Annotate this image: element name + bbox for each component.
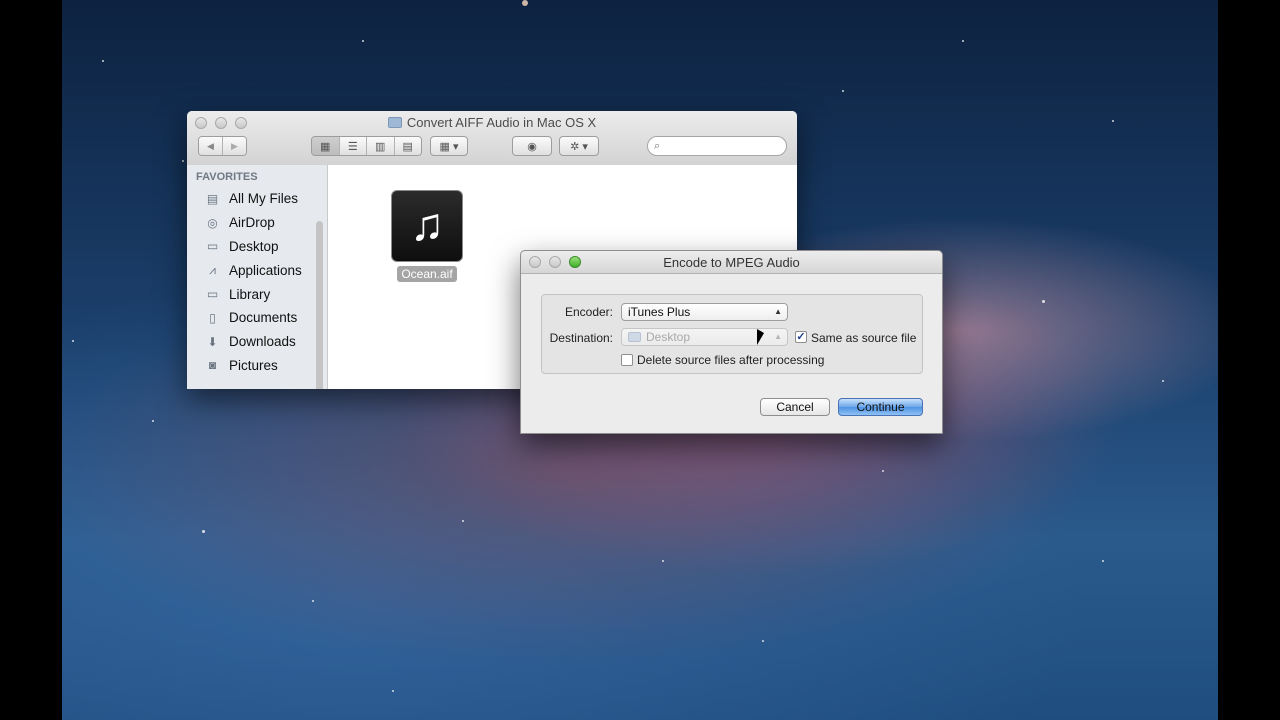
continue-button[interactable]: Continue — [838, 398, 923, 416]
column-view-button[interactable]: ▥ — [367, 137, 395, 155]
back-arrow-icon: ◀ — [207, 140, 214, 151]
finder-sidebar: FAVORITES ▤ All My Files ◎ AirDrop ▭ Deskto… — [187, 165, 328, 389]
dialog-titlebar: Encode to MPEG Audio — [521, 251, 942, 274]
sidebar-item-pictures[interactable]: ◙ Pictures — [187, 354, 327, 378]
mouse-pointer-icon — [757, 329, 764, 345]
sidebar-scrollbar[interactable] — [316, 221, 323, 389]
window-title: Convert AIFF Audio in Mac OS X — [187, 115, 797, 130]
sidebar-heading: FAVORITES — [196, 171, 258, 183]
file-name: Ocean.aif — [397, 266, 457, 282]
arrange-icon: ▦ ▾ — [439, 140, 459, 153]
gear-icon: ✲ ▾ — [570, 140, 588, 153]
folder-icon — [628, 332, 641, 342]
sidebar-item-documents[interactable]: ▯ Documents — [187, 306, 327, 330]
icon-view-button[interactable]: ▦ — [312, 137, 340, 155]
desktop-icon: ▭ — [206, 239, 219, 254]
encoder-label: Encoder: — [564, 305, 613, 319]
column-view-icon: ▥ — [375, 140, 386, 153]
letterbox-right — [1218, 0, 1280, 720]
sidebar-item-downloads[interactable]: ⬇ Downloads — [187, 330, 327, 354]
forward-arrow-icon: ▶ — [231, 140, 238, 151]
sidebar-item-applications[interactable]: ⩘ Applications — [187, 258, 327, 282]
applications-icon: ⩘ — [209, 262, 216, 277]
sidebar-item-airdrop[interactable]: ◎ AirDrop — [187, 211, 327, 235]
back-forward-control: ◀ ▶ — [198, 136, 247, 156]
all-files-icon: ▤ — [206, 191, 219, 206]
letterbox-left — [0, 0, 62, 720]
quick-look-button[interactable]: ◉ — [512, 136, 552, 156]
view-mode-control: ▦ ☰ ▥ ▤ — [311, 136, 422, 156]
encoder-value: iTunes Plus — [628, 305, 691, 319]
sidebar-item-all-my-files[interactable]: ▤ All My Files — [187, 187, 327, 211]
dialog-title: Encode to MPEG Audio — [663, 255, 800, 270]
file-item[interactable]: ♫ Ocean.aif — [391, 190, 463, 283]
search-icon: ⌕ — [654, 140, 661, 152]
arrange-button[interactable]: ▦ ▾ — [430, 136, 468, 156]
cancel-button[interactable]: Cancel — [760, 398, 830, 416]
chevron-updown-icon: ▲ — [774, 307, 782, 316]
list-view-button[interactable]: ☰ — [339, 137, 367, 155]
encoder-popup[interactable]: iTunes Plus ▲ — [621, 303, 788, 321]
sidebar-item-desktop[interactable]: ▭ Desktop — [187, 235, 327, 259]
finder-toolbar: Convert AIFF Audio in Mac OS X ◀ ▶ ▦ ☰ ▥… — [187, 111, 797, 166]
icon-view-icon: ▦ — [320, 140, 331, 153]
downloads-icon: ⬇ — [207, 334, 218, 349]
checkmark-icon: ✓ — [796, 331, 806, 343]
destination-label: Destination: — [549, 331, 613, 345]
folder-icon — [387, 117, 402, 128]
chevron-updown-icon: ▲ — [774, 332, 782, 341]
coverflow-view-button[interactable]: ▤ — [394, 137, 421, 155]
search-input[interactable]: ⌕ — [647, 136, 787, 156]
same-as-source-label: Same as source file — [811, 331, 917, 345]
camera-icon: ◙ — [208, 358, 217, 373]
sidebar-item-library[interactable]: ▭ Library — [187, 282, 327, 306]
airdrop-icon: ◎ — [207, 215, 218, 230]
folder-icon: ▭ — [206, 287, 219, 302]
action-button[interactable]: ✲ ▾ — [559, 136, 599, 156]
encode-dialog: Encode to MPEG Audio Encoder: iTunes Plu… — [520, 250, 943, 434]
same-as-source-checkbox[interactable]: ✓ — [795, 331, 807, 343]
documents-icon: ▯ — [209, 310, 216, 325]
coverflow-icon: ▤ — [402, 140, 413, 153]
list-view-icon: ☰ — [347, 140, 358, 153]
eye-icon: ◉ — [527, 140, 537, 153]
delete-source-label: Delete source files after processing — [637, 353, 825, 367]
back-button[interactable]: ◀ — [199, 137, 223, 155]
forward-button[interactable]: ▶ — [223, 137, 246, 155]
delete-source-checkbox[interactable] — [621, 354, 633, 366]
destination-value: Desktop — [646, 330, 691, 344]
music-note-icon: ♫ — [391, 190, 463, 262]
